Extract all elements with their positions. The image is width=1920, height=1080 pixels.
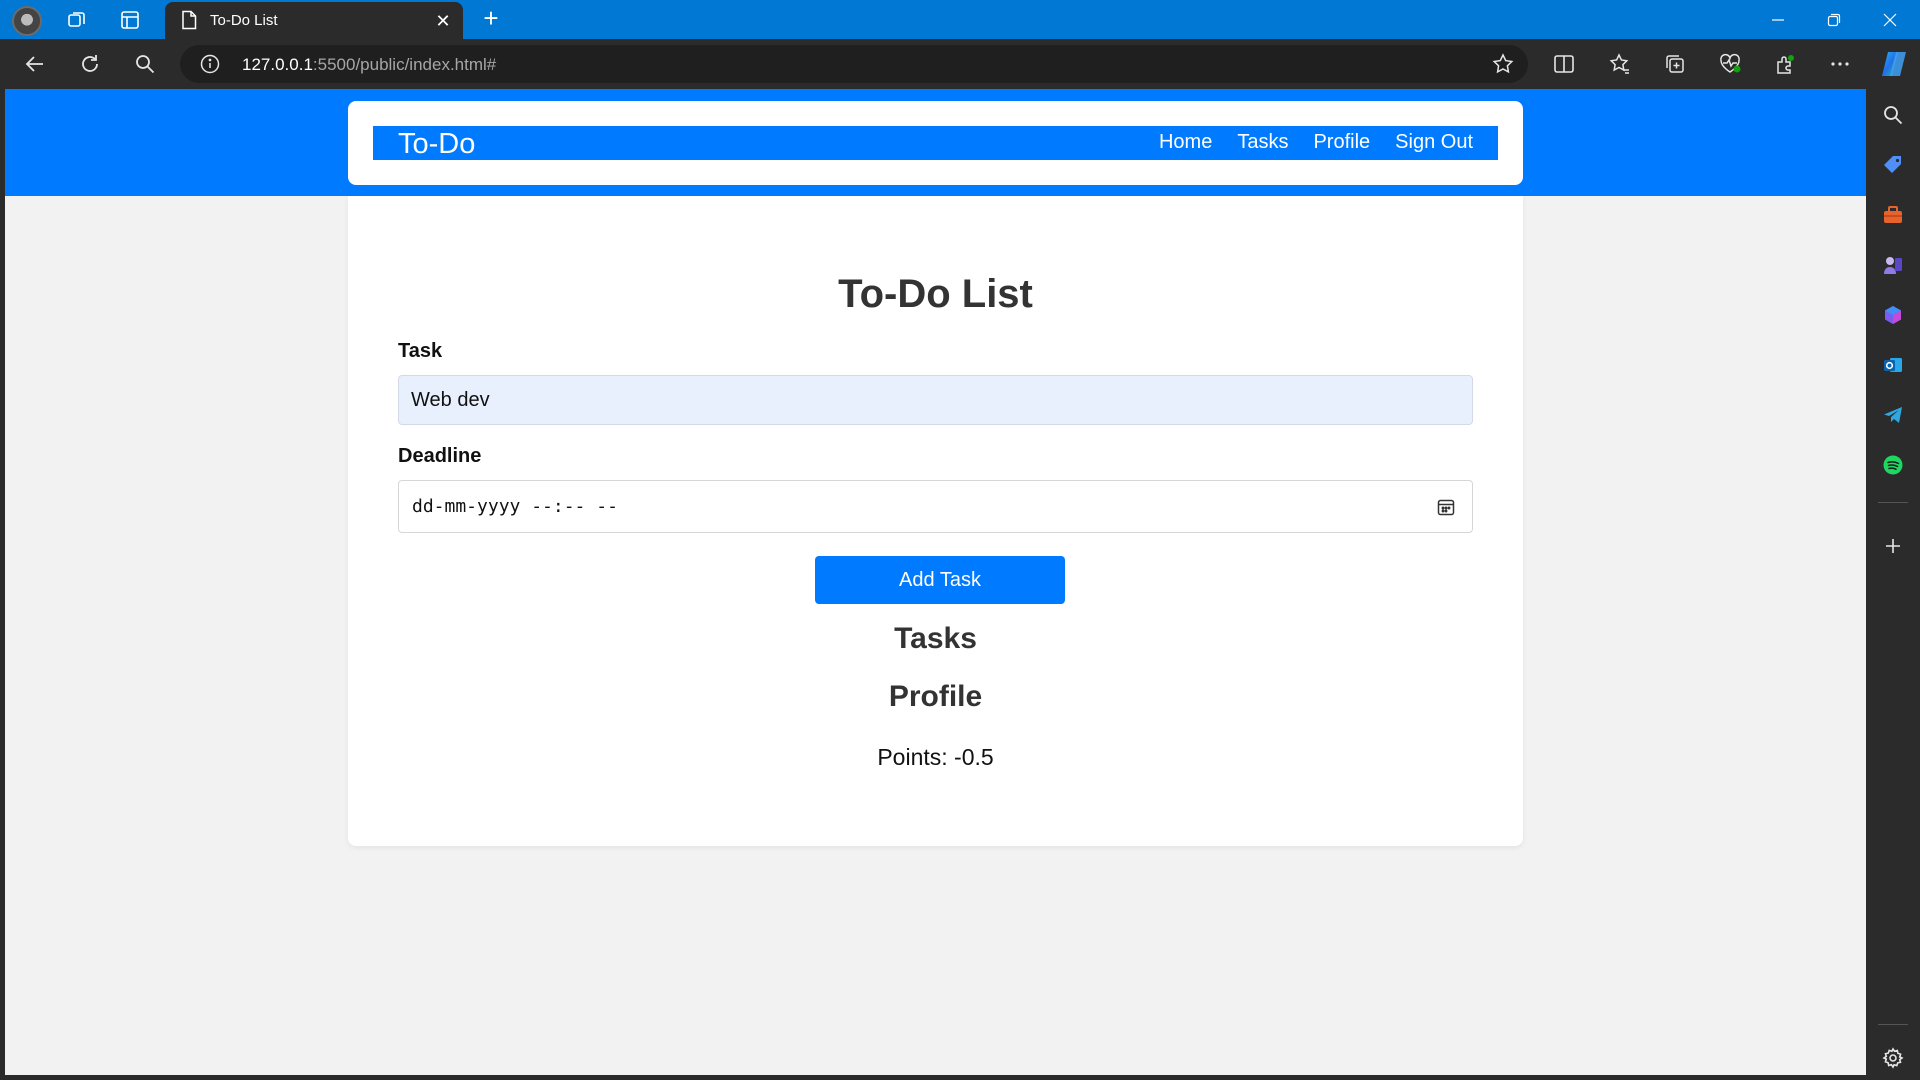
favorites-icon[interactable] [1606,50,1634,78]
add-task-button[interactable]: Add Task [815,556,1065,604]
header-background: To-Do Home Tasks Profile Sign Out [5,89,1866,196]
vertical-tabs-icon[interactable] [117,7,143,33]
workspaces-icon[interactable] [64,7,90,33]
tab-bar: To-Do List ✕ + [0,0,1920,39]
navbar-card: To-Do Home Tasks Profile Sign Out [348,101,1523,185]
brand-logo[interactable]: To-Do [398,128,475,161]
url-path: :5500/public/index.html# [312,55,497,74]
info-icon[interactable] [200,54,220,74]
url-host: 127.0.0.1 [242,55,313,74]
extensions-icon[interactable] [1771,50,1799,78]
search-icon[interactable] [1881,103,1905,127]
profile-heading: Profile [888,680,983,713]
sidebar-divider [1878,502,1908,503]
telegram-icon[interactable] [1881,403,1905,427]
nav-profile[interactable]: Profile [1313,131,1370,154]
close-tab-icon[interactable]: ✕ [433,11,453,31]
points-text: Points: -0.5 [877,744,994,770]
nav-home[interactable]: Home [1159,131,1212,154]
task-label: Task [398,340,443,362]
deadline-placeholder: dd-mm-yyyy --:-- -- [412,496,618,517]
settings-icon[interactable] [1881,1046,1905,1070]
document-icon [182,10,197,30]
browser-toolbar: 127.0.0.1:5500/public/index.html# [0,39,1920,89]
favorite-star-icon[interactable] [1492,53,1514,75]
tab-title: To-Do List [210,12,278,29]
games-icon[interactable] [1881,253,1905,277]
address-bar[interactable]: 127.0.0.1:5500/public/index.html# [180,45,1528,83]
close-window-icon[interactable] [1862,0,1917,39]
nav-sign-out[interactable]: Sign Out [1395,131,1473,154]
copilot-icon[interactable] [1878,48,1910,80]
window-bottom-edge [0,1075,1866,1080]
browser-essentials-icon[interactable] [1716,50,1744,78]
browser-sidebar [1866,89,1920,1080]
nav-tasks[interactable]: Tasks [1237,131,1288,154]
tools-icon[interactable] [1881,203,1905,227]
deadline-input[interactable]: dd-mm-yyyy --:-- -- [398,480,1473,533]
navbar: To-Do Home Tasks Profile Sign Out [373,126,1498,160]
deadline-label: Deadline [398,445,482,467]
sidebar-divider-bottom [1878,1024,1908,1025]
page-title: To-Do List [838,272,1033,316]
profile-avatar[interactable] [12,6,42,36]
back-icon[interactable] [21,50,49,78]
main-card: To-Do List Task Deadline dd-mm-yyyy --:-… [348,196,1523,846]
task-input[interactable] [398,375,1473,425]
collections-icon[interactable] [1661,50,1689,78]
shopping-tag-icon[interactable] [1881,153,1905,177]
more-icon[interactable] [1826,50,1854,78]
microsoft-365-icon[interactable] [1881,303,1905,327]
refresh-icon[interactable] [76,50,104,78]
minimize-icon[interactable] [1750,0,1805,39]
calendar-icon[interactable] [1436,497,1456,517]
add-icon[interactable] [1881,534,1905,558]
split-screen-icon[interactable] [1550,50,1578,78]
restore-icon[interactable] [1806,0,1861,39]
url-text[interactable]: 127.0.0.1:5500/public/index.html# [242,55,496,75]
new-tab-icon[interactable]: + [478,5,504,32]
nav-links: Home Tasks Profile Sign Out [1159,131,1473,154]
tab-active[interactable]: To-Do List ✕ [165,2,463,39]
outlook-icon[interactable] [1881,353,1905,377]
page-viewport: To-Do Home Tasks Profile Sign Out To-Do … [5,89,1866,1075]
spotify-icon[interactable] [1881,453,1905,477]
search-icon[interactable] [131,50,159,78]
tasks-heading: Tasks [894,622,977,655]
